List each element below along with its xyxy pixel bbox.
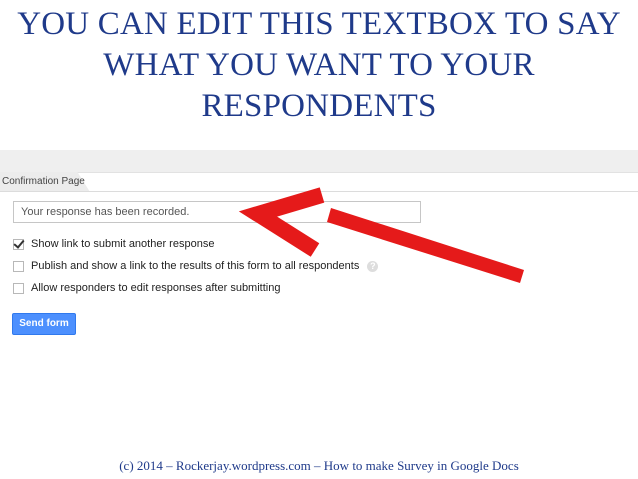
red-arrow-annotation: [238, 187, 524, 283]
arrow-shaft: [327, 208, 524, 283]
slide-footer: (c) 2014 – Rockerjay.wordpress.com – How…: [119, 458, 519, 473]
arrow-head: [238, 187, 325, 257]
